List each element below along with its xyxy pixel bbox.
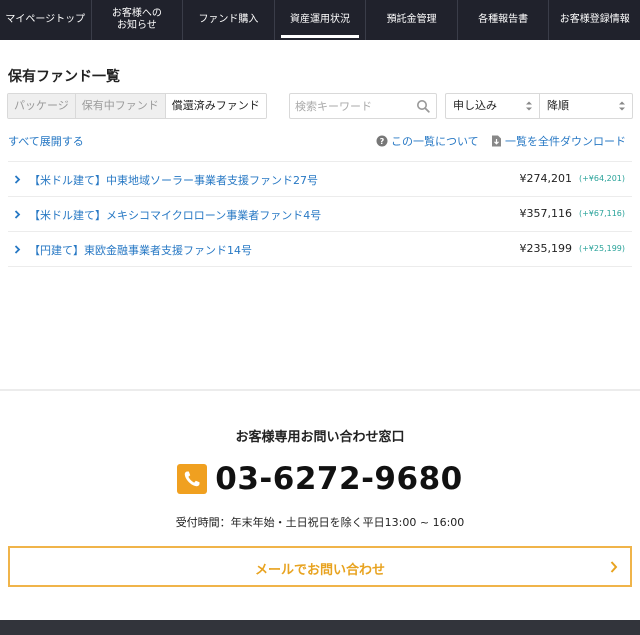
- fund-gain: (+¥25,199): [578, 244, 625, 253]
- download-all-label: 一覧を全件ダウンロード: [505, 135, 626, 148]
- chevron-right-icon: [14, 245, 21, 254]
- nav-item-deposit[interactable]: 預託金管理: [366, 0, 458, 40]
- fund-row[interactable]: 【米ドル建て】メキシコマイクロローン事業者ファンド4号 ¥357,116 (+¥…: [8, 197, 632, 232]
- about-list-link[interactable]: ? この一覧について: [376, 133, 479, 149]
- tab-holding[interactable]: 保有中ファンド: [75, 94, 166, 118]
- fund-amount: ¥357,116: [519, 207, 573, 220]
- tab-package[interactable]: パッケージ: [8, 94, 76, 118]
- search-input[interactable]: [290, 94, 410, 118]
- chevron-right-icon: [14, 175, 21, 184]
- question-icon: ?: [376, 135, 388, 147]
- phone-row: 03-6272-9680: [0, 461, 640, 497]
- expand-all-link[interactable]: すべて展開する: [8, 133, 84, 149]
- svg-text:?: ?: [380, 137, 385, 146]
- mail-contact-button[interactable]: メールでお問い合わせ: [8, 546, 632, 587]
- search-box: [289, 93, 437, 119]
- tab-redeemed[interactable]: 償還済みファンド: [165, 94, 266, 118]
- nav-item-account-info[interactable]: お客様登録情報: [549, 0, 640, 40]
- nav-item-reports[interactable]: 各種報告書: [458, 0, 550, 40]
- page-title: 保有ファンド一覧: [8, 69, 120, 85]
- fund-gain: (+¥67,116): [578, 209, 625, 218]
- fund-name[interactable]: 【円建て】東欧金融事業者支援ファンド14号: [29, 242, 252, 258]
- fund-list: 【米ドル建て】中東地域ソーラー事業者支援ファンド27号 ¥274,201 (+¥…: [8, 161, 632, 267]
- fund-row[interactable]: 【米ドル建て】中東地域ソーラー事業者支援ファンド27号 ¥274,201 (+¥…: [8, 162, 632, 197]
- nav-item-notices[interactable]: お客様への お知らせ: [92, 0, 184, 40]
- sort-order-value: 降順: [547, 99, 569, 112]
- fund-gain: (+¥64,201): [578, 174, 625, 183]
- download-file-icon: [492, 135, 501, 147]
- top-nav: マイページトップ お客様への お知らせ ファンド購入 資産運用状況 預託金管理 …: [0, 0, 640, 40]
- chevron-right-icon: [610, 561, 618, 573]
- nav-item-asset-status[interactable]: 資産運用状況: [275, 0, 367, 40]
- section-divider: [0, 389, 640, 391]
- fund-name[interactable]: 【米ドル建て】メキシコマイクロローン事業者ファンド4号: [29, 207, 321, 223]
- mail-contact-label: メールでお問い合わせ: [254, 563, 385, 578]
- search-icon[interactable]: [416, 99, 430, 113]
- sort-field-select[interactable]: 申し込み: [445, 93, 540, 119]
- nav-item-fund-purchase[interactable]: ファンド購入: [183, 0, 275, 40]
- fund-amount: ¥274,201: [519, 172, 573, 185]
- chevron-right-icon: [14, 210, 21, 219]
- footer-bar: [0, 620, 640, 635]
- phone-number[interactable]: 03-6272-9680: [215, 461, 462, 497]
- fund-amount: ¥235,199: [519, 242, 573, 255]
- select-arrows-icon: [619, 101, 625, 111]
- about-list-label: この一覧について: [391, 135, 479, 148]
- fund-filter-tabs: パッケージ 保有中ファンド 償還済みファンド: [7, 93, 267, 119]
- select-arrows-icon: [526, 101, 532, 111]
- nav-item-mypage-top[interactable]: マイページトップ: [0, 0, 92, 40]
- sort-field-value: 申し込み: [453, 99, 497, 112]
- phone-icon: [177, 464, 208, 494]
- fund-name[interactable]: 【米ドル建て】中東地域ソーラー事業者支援ファンド27号: [29, 172, 318, 188]
- fund-row[interactable]: 【円建て】東欧金融事業者支援ファンド14号 ¥235,199 (+¥25,199…: [8, 232, 632, 267]
- download-all-link[interactable]: 一覧を全件ダウンロード: [491, 133, 626, 149]
- business-hours: 受付時間：年末年始・土日祝日を除く平日13:00 ~ 16:00: [175, 516, 465, 529]
- contact-title: お客様専用お問い合わせ窓口: [235, 430, 405, 445]
- sort-order-select[interactable]: 降順: [539, 93, 633, 119]
